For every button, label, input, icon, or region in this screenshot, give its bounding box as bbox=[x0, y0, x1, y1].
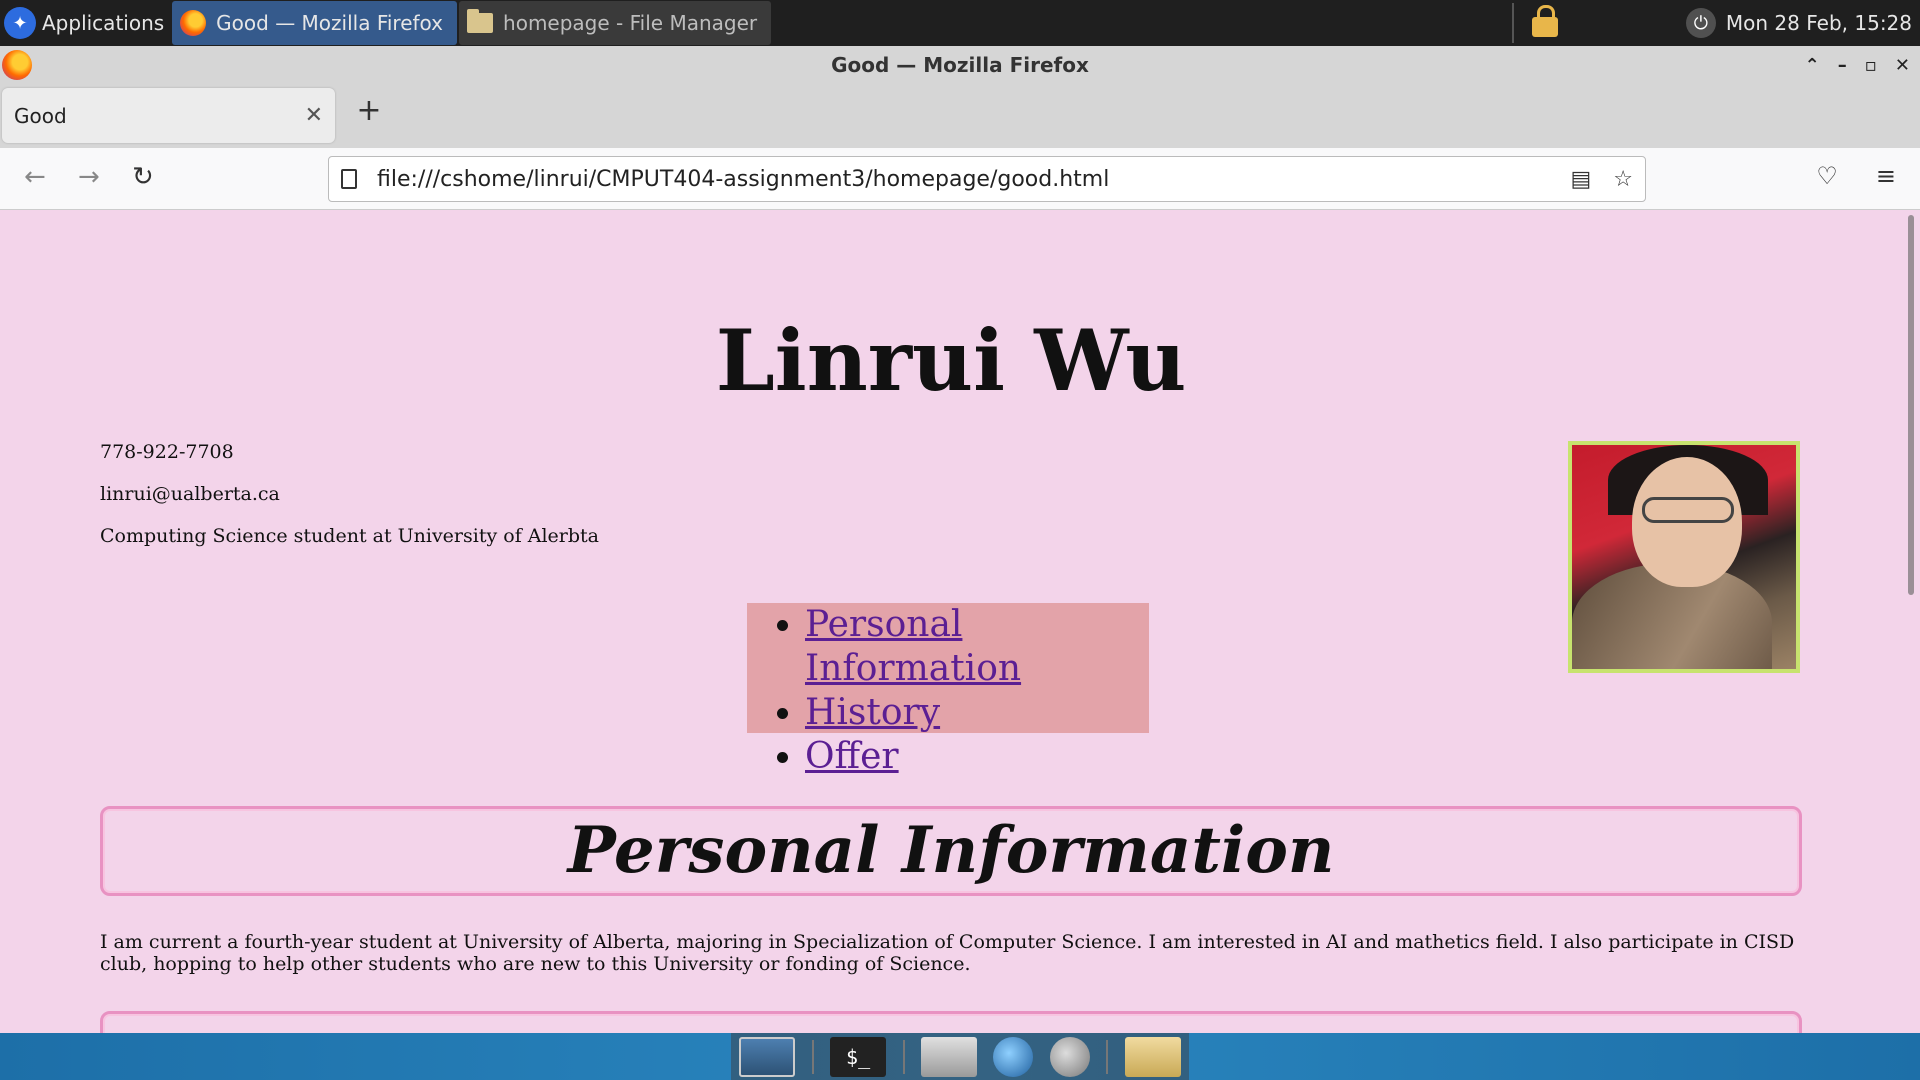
nav-list: Personal Information History Offer bbox=[747, 603, 1149, 779]
new-tab-button[interactable]: + bbox=[354, 96, 384, 126]
firefox-icon bbox=[180, 10, 207, 36]
description: Computing Science student at University … bbox=[100, 525, 600, 547]
xfce-logo-icon: ✦ bbox=[4, 7, 36, 39]
minimize-window-icon[interactable]: – bbox=[1838, 55, 1847, 76]
nav-item: History bbox=[805, 691, 1149, 735]
section-paragraph: I am current a fourth-year student at Un… bbox=[100, 931, 1795, 975]
pocket-icon[interactable]: ♡ bbox=[1816, 162, 1838, 190]
panel-tray: ⏻ Mon 28 Feb, 15:28 bbox=[1500, 0, 1920, 46]
phone-number: 778-922-7708 bbox=[100, 441, 234, 463]
bookmark-star-icon[interactable]: ☆ bbox=[1613, 167, 1633, 192]
link-offer[interactable]: Offer bbox=[805, 736, 899, 777]
clock[interactable]: Mon 28 Feb, 15:28 bbox=[1716, 11, 1920, 35]
back-icon[interactable]: ← bbox=[24, 162, 46, 192]
profile-photo bbox=[1568, 441, 1800, 673]
taskbar-item-label: Good — Mozilla Firefox bbox=[216, 11, 444, 35]
taskbar-item-label: homepage - File Manager bbox=[503, 11, 758, 35]
link-personal-information[interactable]: Personal Information bbox=[805, 604, 1021, 689]
personal-information-header: Personal Information bbox=[100, 806, 1802, 896]
search-icon[interactable] bbox=[1049, 1036, 1090, 1077]
web-browser-icon[interactable] bbox=[993, 1036, 1034, 1077]
taskbar-item-file-manager[interactable]: homepage - File Manager bbox=[459, 1, 772, 45]
dock-separator bbox=[1106, 1039, 1109, 1074]
dock-separator bbox=[811, 1039, 814, 1074]
menu-icon[interactable]: ≡ bbox=[1876, 162, 1896, 190]
scrollbar-thumb[interactable] bbox=[1908, 215, 1914, 595]
url-bar-actions: ▤ ☆ bbox=[1570, 167, 1633, 192]
window-titlebar: Good — Mozilla Firefox ⌃ – ▫ ✕ bbox=[0, 46, 1920, 84]
firefox-icon bbox=[2, 50, 32, 80]
page-scrollbar[interactable] bbox=[1902, 211, 1920, 1033]
dock-separator bbox=[902, 1039, 905, 1074]
applications-label: Applications bbox=[42, 11, 165, 35]
email-address: linrui@ualberta.ca bbox=[100, 483, 280, 505]
window-title: Good — Mozilla Firefox bbox=[831, 53, 1089, 77]
navigation-bar: ← → ↻ file:///cshome/linrui/CMPUT404-ass… bbox=[0, 148, 1920, 210]
page-title: Linrui Wu bbox=[715, 311, 1187, 410]
terminal-icon[interactable]: $_ bbox=[830, 1036, 887, 1077]
close-tab-icon[interactable]: ✕ bbox=[305, 103, 323, 128]
shade-window-icon[interactable]: ⌃ bbox=[1805, 55, 1820, 76]
applications-menu[interactable]: ✦ Applications bbox=[0, 0, 170, 46]
nav-item: Personal Information bbox=[805, 603, 1149, 691]
lock-icon[interactable] bbox=[1531, 5, 1558, 37]
window-controls: ⌃ – ▫ ✕ bbox=[1805, 46, 1910, 84]
maximize-window-icon[interactable]: ▫ bbox=[1865, 55, 1877, 76]
link-history[interactable]: History bbox=[805, 692, 940, 733]
show-desktop-icon[interactable] bbox=[739, 1036, 796, 1077]
page-content: Linrui Wu 778-922-7708 linrui@ualberta.c… bbox=[0, 211, 1902, 1033]
folder-icon bbox=[467, 9, 494, 33]
url-text[interactable]: file:///cshome/linrui/CMPUT404-assignmen… bbox=[377, 167, 1109, 192]
home-folder-icon[interactable] bbox=[920, 1036, 977, 1077]
bottom-dock: $_ bbox=[0, 1033, 1920, 1080]
folder-icon[interactable] bbox=[1124, 1036, 1181, 1077]
reload-icon[interactable]: ↻ bbox=[132, 162, 154, 192]
tab-good[interactable]: Good ✕ bbox=[2, 88, 335, 143]
section-title: Personal Information bbox=[567, 813, 1335, 888]
reader-view-icon[interactable]: ▤ bbox=[1570, 167, 1591, 192]
page-icon bbox=[341, 169, 357, 189]
top-panel: ✦ Applications Good — Mozilla Firefox ho… bbox=[0, 0, 1920, 46]
close-window-icon[interactable]: ✕ bbox=[1895, 55, 1910, 76]
next-section-header bbox=[100, 1011, 1802, 1033]
forward-icon[interactable]: → bbox=[78, 162, 100, 192]
power-icon[interactable]: ⏻ bbox=[1685, 8, 1716, 38]
panel-separator bbox=[1511, 3, 1514, 43]
tab-title: Good bbox=[14, 103, 67, 128]
photo-glasses bbox=[1642, 497, 1734, 523]
tab-bar: Good ✕ + bbox=[0, 84, 1920, 148]
taskbar-item-firefox[interactable]: Good — Mozilla Firefox bbox=[172, 1, 458, 45]
dock-launchers: $_ bbox=[731, 1033, 1189, 1080]
toolbar-right: ♡ ≡ bbox=[1816, 162, 1896, 190]
nav-item: Offer bbox=[805, 735, 1149, 779]
url-bar[interactable]: file:///cshome/linrui/CMPUT404-assignmen… bbox=[328, 156, 1646, 202]
section-nav: Personal Information History Offer bbox=[747, 603, 1149, 777]
